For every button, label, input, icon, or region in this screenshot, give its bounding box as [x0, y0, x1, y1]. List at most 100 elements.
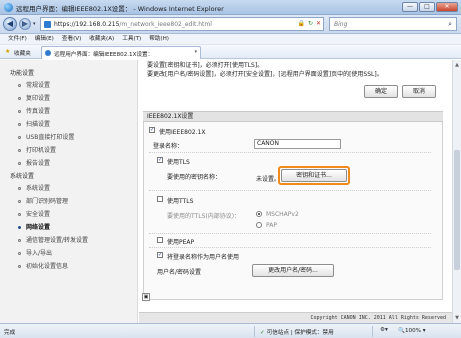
url-host: https://192.168.0.215 — [54, 21, 120, 28]
sidebar-item-initialize[interactable]: 初始化设置信息 — [18, 261, 68, 270]
key-and-certificate-button[interactable]: 密钥和证书... — [281, 169, 347, 182]
use-ttls-label: 使用TTLS — [167, 198, 194, 205]
sidebar-item-import-export[interactable]: 导入/导出 — [18, 248, 52, 257]
menu-bar: 文件(F) 编辑(E) 查看(V) 收藏夹(A) 工具(T) 帮助(H) — [0, 34, 461, 45]
page-content: 功能设置 常规设置 复印设置 传真设置 扫描设置 USB直接打印设置 打印机设置… — [0, 60, 452, 323]
menu-help[interactable]: 帮助(H) — [149, 34, 169, 44]
window-controls: — □ ✕ — [402, 2, 458, 12]
scroll-down-icon[interactable]: ▼ — [454, 315, 460, 321]
tab-title: 远程用户界面：编辑IEEE802.1X设置： — [54, 52, 154, 58]
use-login-as-username-label: 将登录名称作为用户名使用 — [167, 254, 240, 261]
ok-button[interactable]: 确定 — [364, 85, 398, 98]
sidebar-item-fax[interactable]: 传真设置 — [18, 106, 50, 115]
copyright-bar: Copyright CANON INC. 2011 All Rights Res… — [139, 312, 452, 323]
minimize-button[interactable]: — — [402, 2, 418, 12]
mschapv2-label: MSCHAPv2 — [266, 211, 299, 218]
key-name-label: 要使用的密钥名称： — [167, 174, 222, 181]
scroll-up-icon[interactable]: ▲ — [454, 62, 460, 68]
mschapv2-radio[interactable] — [256, 211, 262, 217]
favorites-bar: ★ 收藏夹 远程用户界面：编辑IEEE802.1X设置： ▾ — [0, 45, 461, 59]
favorites-star-icon[interactable]: ★ — [5, 48, 10, 55]
scrollbar-thumb[interactable] — [454, 150, 460, 270]
change-user-password-button[interactable]: 更改用户名/密码... — [252, 264, 334, 277]
login-name-input[interactable]: CANON — [254, 139, 341, 149]
notice-line-1: 要设置[密钥和证书]，必须打开[使用TLS]。 — [147, 62, 264, 69]
sidebar-item-scan[interactable]: 扫描设置 — [18, 119, 50, 128]
sidebar-group-function-settings: 功能设置 — [10, 70, 35, 77]
zoom-icon: 🔍 — [398, 328, 405, 334]
sidebar-item-printer[interactable]: 打印机设置 — [18, 145, 56, 154]
menu-tools[interactable]: 工具(T) — [122, 34, 141, 44]
user-password-settings-label: 用户名/密码设置 — [157, 269, 202, 276]
url-field[interactable]: https://192.168.0.215/m_network_ieee802_… — [40, 17, 324, 31]
pap-label: PAP — [266, 222, 277, 229]
search-icon[interactable]: ⌕ — [448, 20, 452, 29]
maximize-button[interactable]: □ — [419, 2, 435, 12]
section-header: IEEE802.1X设置 — [143, 111, 443, 122]
tab-page-icon — [45, 50, 51, 56]
sidebar: 功能设置 常规设置 复印设置 传真设置 扫描设置 USB直接打印设置 打印机设置… — [0, 60, 138, 323]
use-peap-label: 使用PEAP — [167, 239, 195, 246]
use-ieee8021x-checkbox[interactable]: ✓ — [149, 127, 155, 133]
divider — [149, 152, 431, 153]
search-input[interactable]: Bing ⌕ — [329, 17, 457, 31]
ie-logo-icon — [4, 3, 13, 12]
tab-dropdown-icon[interactable]: ▾ — [194, 49, 197, 55]
history-dropdown-icon[interactable]: ▾ — [33, 21, 36, 27]
sidebar-item-security[interactable]: 安全设置 — [18, 209, 50, 218]
sidebar-item-communication[interactable]: 通信管理设置/转发设置 — [18, 235, 88, 244]
sidebar-item-department-id[interactable]: 部门识别码管理 — [18, 196, 68, 205]
favorites-button[interactable]: 收藏夹 — [14, 49, 31, 57]
refresh-icon[interactable]: ↻ — [308, 20, 313, 27]
vertical-scrollbar[interactable]: ▲ ▼ — [452, 60, 461, 323]
search-placeholder: Bing — [334, 21, 348, 28]
notice-text: 要设置[密钥和证书]，必须打开[使用TLS]。 要更改[用户名/密码设置]，必须… — [147, 61, 383, 79]
sidebar-item-usb-print[interactable]: USB直接打印设置 — [18, 132, 74, 141]
divider — [149, 190, 431, 191]
sidebar-item-network[interactable]: 网络设置 — [18, 222, 50, 231]
key-name-value: 未设置。 — [256, 176, 281, 183]
status-divider — [372, 326, 373, 337]
notice-line-2: 要更改[用户名/密码设置]，必须打开[安全设置]，[远程用户界面设置]页中的[使… — [147, 71, 383, 78]
cancel-button[interactable]: 取消 — [402, 85, 436, 98]
menu-favorites[interactable]: 收藏夹(A) — [89, 34, 114, 44]
zoom-level[interactable]: 🔍100% ▾ — [398, 328, 426, 334]
back-arrow-icon[interactable]: ◀ — [3, 17, 17, 31]
page-icon — [44, 21, 51, 28]
url-path: /m_network_ieee802_edit.html — [119, 21, 212, 28]
use-ttls-checkbox[interactable] — [157, 196, 163, 202]
use-ieee8021x-label: 使用IEEE802.1X — [159, 129, 206, 136]
ttls-inner-protocol-label: 要使用的TTLS(内部协议)： — [167, 213, 241, 220]
sidebar-item-report[interactable]: 报告设置 — [18, 158, 50, 167]
main-panel: 要设置[密钥和证书]，必须打开[使用TLS]。 要更改[用户名/密码设置]，必须… — [139, 60, 452, 323]
security-zone[interactable]: ✓ 可信站点 | 保护模式：禁用 — [260, 328, 334, 336]
use-login-as-username-checkbox[interactable]: ✓ — [157, 252, 163, 258]
sidebar-item-system[interactable]: 系统设置 — [18, 183, 50, 192]
window-titlebar: 远程用户界面：编辑IEEE802.1X设置： - Windows Interne… — [0, 0, 461, 15]
address-bar: ◀ ▶ ▾ https://192.168.0.215/m_network_ie… — [0, 15, 461, 34]
page-top-icon[interactable]: ▣ — [142, 293, 150, 301]
divider — [149, 247, 431, 248]
divider — [149, 233, 431, 234]
close-button[interactable]: ✕ — [436, 2, 458, 12]
use-peap-checkbox[interactable] — [157, 237, 163, 243]
menu-view[interactable]: 查看(V) — [62, 34, 81, 44]
stop-icon[interactable]: ✕ — [316, 20, 321, 27]
window-title: 远程用户界面：编辑IEEE802.1X设置： - Windows Interne… — [16, 5, 224, 13]
status-divider — [254, 326, 255, 337]
settings-gear-icon[interactable]: ⚙▾ — [380, 327, 388, 333]
forward-arrow-icon[interactable]: ▶ — [19, 18, 31, 30]
pap-radio[interactable] — [256, 222, 262, 228]
sidebar-item-general[interactable]: 常规设置 — [18, 80, 50, 89]
status-bar: 完成 ✓ 可信站点 | 保护模式：禁用 ⚙▾ 🔍100% ▾ — [0, 323, 461, 338]
use-tls-label: 使用TLS — [167, 159, 190, 166]
check-icon: ✓ — [260, 330, 265, 336]
sidebar-item-copy[interactable]: 复印设置 — [18, 93, 50, 102]
menu-file[interactable]: 文件(F) — [8, 34, 27, 44]
use-tls-checkbox[interactable]: ✓ — [157, 157, 163, 163]
status-text: 完成 — [4, 330, 16, 336]
lock-icon[interactable]: 🔒 — [297, 20, 304, 27]
menu-edit[interactable]: 编辑(E) — [35, 34, 54, 44]
sidebar-group-system-settings: 系统设置 — [10, 173, 35, 180]
browser-tab[interactable]: 远程用户界面：编辑IEEE802.1X设置： ▾ — [41, 46, 201, 59]
